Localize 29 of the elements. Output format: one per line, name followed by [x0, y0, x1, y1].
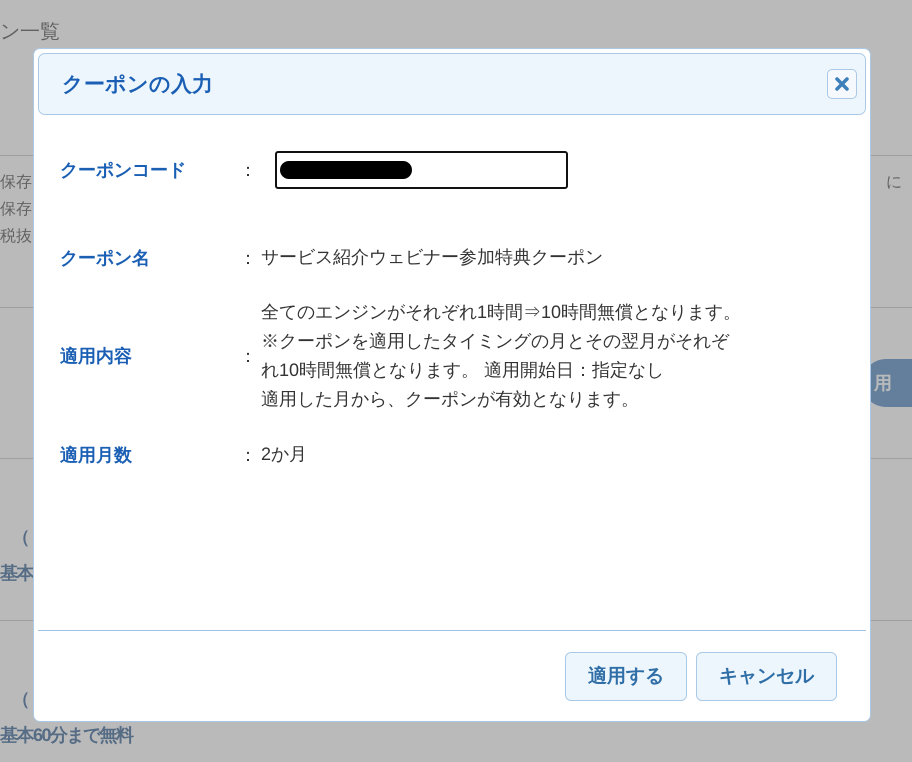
field-value: 全てのエンジンがそれぞれ1時間⇒10時間無償となります。 — [261, 301, 742, 324]
field-value: ※クーポンを適用したタイミングの月とその翌月がそれぞ — [261, 330, 730, 353]
field-label: クーポンコード — [60, 159, 187, 182]
note-text: 保存 — [0, 200, 32, 220]
row-label: 基本60分まで無料 — [0, 724, 133, 747]
note-text: に — [886, 173, 902, 193]
field-value: 適用した月から、クーポンが有効となります。 — [261, 388, 640, 411]
note-text: 保存 — [0, 173, 32, 193]
field-label: 適用月数 — [60, 444, 133, 466]
field-value: れ10時間無償となります。 適用開始日：指定なし — [261, 359, 666, 382]
colon-text: ： — [239, 159, 258, 182]
field-label: クーポン名 — [60, 246, 151, 270]
row-label: （ — [11, 688, 28, 711]
row-label: （ — [11, 526, 28, 549]
page-heading: ン一覧 — [0, 20, 61, 45]
colon-text: ： — [239, 444, 258, 466]
row-label: 基本 — [0, 562, 33, 585]
field-value: サービス紹介ウェビナー参加特典クーポン — [261, 246, 603, 269]
field-value: 2か月 — [261, 443, 308, 466]
apply-button[interactable]: 適用する — [565, 652, 687, 700]
colon-text: ： — [239, 345, 258, 368]
coupon-code-field[interactable] — [275, 151, 568, 189]
dialog-title: クーポンの入力 — [62, 72, 213, 98]
field-label: 適用内容 — [60, 345, 133, 368]
close-icon — [835, 77, 849, 91]
close-button[interactable] — [827, 69, 857, 99]
note-text: 税抜 — [0, 226, 32, 247]
colon-text: ： — [239, 246, 258, 270]
cancel-button[interactable]: キャンセル — [696, 652, 837, 700]
